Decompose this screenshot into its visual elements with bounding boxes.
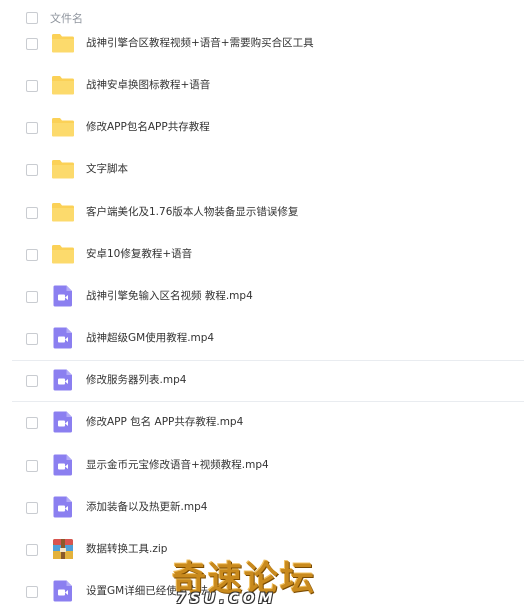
row-checkbox[interactable] xyxy=(26,206,38,219)
file-row[interactable]: 文字脚本 xyxy=(0,149,524,191)
row-checkbox[interactable] xyxy=(26,38,38,50)
watermark-logo: 奇速论坛 7SU.COM xyxy=(166,551,346,609)
file-name[interactable]: 添加装备以及热更新.mp4 xyxy=(86,499,207,514)
row-checkbox[interactable] xyxy=(26,333,38,346)
file-name[interactable]: 战神超级GM使用教程.mp4 xyxy=(86,330,214,345)
file-row[interactable]: 修改APP包名APP共存教程 xyxy=(0,107,524,149)
file-name[interactable]: 安卓10修复教程+语音 xyxy=(86,246,192,261)
file-name[interactable]: 修改APP包名APP共存教程 xyxy=(86,119,210,134)
file-name[interactable]: 修改服务器列表.mp4 xyxy=(86,372,186,387)
file-name[interactable]: 数据转换工具.zip xyxy=(86,541,167,556)
row-checkbox[interactable] xyxy=(26,501,38,514)
row-checkbox[interactable] xyxy=(26,459,38,472)
file-name[interactable]: 显示金币元宝修改语音+视频教程.mp4 xyxy=(86,457,269,472)
watermark-subtext: 7SU.COM xyxy=(176,591,277,607)
folder-icon xyxy=(51,200,75,224)
file-name[interactable]: 客户端美化及1.76版本人物装备显示错误修复 xyxy=(86,204,298,219)
file-name[interactable]: 文字脚本 xyxy=(86,161,128,176)
row-checkbox[interactable] xyxy=(26,122,38,135)
video-file-icon xyxy=(51,326,75,350)
video-file-icon xyxy=(51,453,75,477)
folder-icon xyxy=(51,73,75,97)
file-row[interactable]: 修改APP 包名 APP共存教程.mp4 xyxy=(0,402,524,444)
file-row[interactable]: 战神安卓换图标教程+语音 xyxy=(0,65,524,107)
file-row[interactable]: 安卓10修复教程+语音 xyxy=(0,234,524,276)
file-name[interactable]: 修改APP 包名 APP共存教程.mp4 xyxy=(86,414,243,429)
row-checkbox[interactable] xyxy=(26,375,38,388)
file-row[interactable]: 修改服务器列表.mp4 xyxy=(0,360,524,403)
file-row[interactable]: 添加装备以及热更新.mp4 xyxy=(0,487,524,529)
file-name[interactable]: 战神引擎免输入区名视频 教程.mp4 xyxy=(86,288,253,303)
video-file-icon xyxy=(51,368,75,392)
row-checkbox[interactable] xyxy=(26,164,38,177)
file-row[interactable]: 战神引擎免输入区名视频 教程.mp4 xyxy=(0,276,524,318)
video-file-icon xyxy=(51,284,75,308)
row-checkbox[interactable] xyxy=(26,585,38,598)
file-row[interactable]: 客户端美化及1.76版本人物装备显示错误修复 xyxy=(0,192,524,234)
video-file-icon xyxy=(51,495,75,519)
video-file-icon xyxy=(51,410,75,434)
file-name[interactable]: 战神引擎合区教程视频+语音+需要购买合区工具 xyxy=(86,35,314,50)
row-checkbox[interactable] xyxy=(26,80,38,93)
file-row[interactable]: 战神引擎合区教程视频+语音+需要购买合区工具 xyxy=(0,23,524,65)
row-checkbox[interactable] xyxy=(26,543,38,556)
file-list: 战神引擎合区教程视频+语音+需要购买合区工具 战神安卓换图标教程+语音 修改APP包… xyxy=(0,0,524,610)
folder-icon xyxy=(51,157,75,181)
zip-archive-icon xyxy=(51,537,75,561)
file-name[interactable]: 战神安卓换图标教程+语音 xyxy=(86,77,210,92)
folder-icon xyxy=(51,115,75,139)
file-row[interactable]: 显示金币元宝修改语音+视频教程.mp4 xyxy=(0,445,524,487)
row-checkbox[interactable] xyxy=(26,417,38,430)
folder-icon xyxy=(51,31,75,55)
video-file-icon xyxy=(51,579,75,603)
folder-icon xyxy=(51,242,75,266)
file-row[interactable]: 战神超级GM使用教程.mp4 xyxy=(0,318,524,360)
row-checkbox[interactable] xyxy=(26,290,38,303)
row-checkbox[interactable] xyxy=(26,248,38,261)
